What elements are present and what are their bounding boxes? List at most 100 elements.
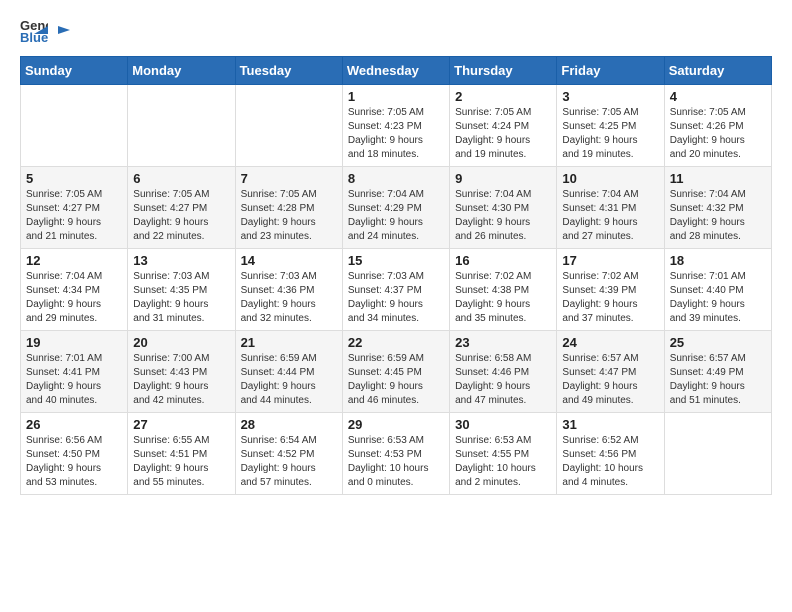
day-number: 4 (670, 89, 766, 104)
day-number: 15 (348, 253, 444, 268)
weekday-header-sunday: Sunday (21, 57, 128, 85)
calendar-cell: 20 Sunrise: 7:00 AM Sunset: 4:43 PM Dayli… (128, 331, 235, 413)
day-number: 24 (562, 335, 658, 350)
header: General Blue (20, 16, 772, 44)
day-info: Sunrise: 7:03 AM Sunset: 4:37 PM Dayligh… (348, 270, 444, 326)
day-number: 27 (133, 417, 229, 432)
logo: General Blue (20, 16, 70, 44)
calendar-cell: 22 Sunrise: 6:59 AM Sunset: 4:45 PM Dayli… (342, 331, 449, 413)
calendar-cell (128, 85, 235, 167)
calendar-cell: 3 Sunrise: 7:05 AM Sunset: 4:25 PM Daylig… (557, 85, 664, 167)
calendar-cell: 23Sunrise: 6:58 AM Sunset: 4:46 PM Dayli… (450, 331, 557, 413)
day-number: 16 (455, 253, 551, 268)
day-info: Sunrise: 7:04 AM Sunset: 4:29 PM Dayligh… (348, 188, 444, 244)
day-info: Sunrise: 7:05 AM Sunset: 4:25 PM Dayligh… (562, 106, 658, 162)
calendar-cell: 21 Sunrise: 6:59 AM Sunset: 4:44 PM Dayli… (235, 331, 342, 413)
day-number: 18 (670, 253, 766, 268)
day-number: 21 (241, 335, 337, 350)
day-info: Sunrise: 7:04 AM Sunset: 4:31 PM Dayligh… (562, 188, 658, 244)
day-number: 13 (133, 253, 229, 268)
day-info: Sunrise: 7:02 AM Sunset: 4:39 PM Dayligh… (562, 270, 658, 326)
day-number: 26 (26, 417, 122, 432)
day-number: 17 (562, 253, 658, 268)
day-number: 5 (26, 171, 122, 186)
day-info: Sunrise: 7:02 AM Sunset: 4:38 PM Dayligh… (455, 270, 551, 326)
calendar-cell: 14Sunrise: 7:03 AM Sunset: 4:36 PM Dayli… (235, 249, 342, 331)
calendar-cell: 26 Sunrise: 6:56 AM Sunset: 4:50 PM Dayli… (21, 413, 128, 495)
day-number: 28 (241, 417, 337, 432)
day-info: Sunrise: 6:57 AM Sunset: 4:49 PM Dayligh… (670, 352, 766, 408)
day-number: 9 (455, 171, 551, 186)
week-row-2: 5 Sunrise: 7:05 AM Sunset: 4:27 PM Daylig… (21, 167, 772, 249)
calendar-cell: 6 Sunrise: 7:05 AM Sunset: 4:27 PM Daylig… (128, 167, 235, 249)
day-info: Sunrise: 7:05 AM Sunset: 4:24 PM Dayligh… (455, 106, 551, 162)
day-info: Sunrise: 6:59 AM Sunset: 4:44 PM Dayligh… (241, 352, 337, 408)
day-info: Sunrise: 7:04 AM Sunset: 4:32 PM Dayligh… (670, 188, 766, 244)
calendar-cell: 30 Sunrise: 6:53 AM Sunset: 4:55 PM Dayli… (450, 413, 557, 495)
calendar-cell: 31Sunrise: 6:52 AM Sunset: 4:56 PM Dayli… (557, 413, 664, 495)
day-info: Sunrise: 7:00 AM Sunset: 4:43 PM Dayligh… (133, 352, 229, 408)
calendar-cell: 27 Sunrise: 6:55 AM Sunset: 4:51 PM Dayli… (128, 413, 235, 495)
day-info: Sunrise: 6:56 AM Sunset: 4:50 PM Dayligh… (26, 434, 122, 490)
calendar-cell: 28Sunrise: 6:54 AM Sunset: 4:52 PM Dayli… (235, 413, 342, 495)
week-row-5: 26 Sunrise: 6:56 AM Sunset: 4:50 PM Dayli… (21, 413, 772, 495)
calendar-cell: 13 Sunrise: 7:03 AM Sunset: 4:35 PM Dayli… (128, 249, 235, 331)
calendar-cell: 12 Sunrise: 7:04 AM Sunset: 4:34 PM Dayli… (21, 249, 128, 331)
day-number: 3 (562, 89, 658, 104)
day-number: 30 (455, 417, 551, 432)
day-number: 19 (26, 335, 122, 350)
day-info: Sunrise: 7:05 AM Sunset: 4:26 PM Dayligh… (670, 106, 766, 162)
weekday-header-wednesday: Wednesday (342, 57, 449, 85)
calendar-cell: 16 Sunrise: 7:02 AM Sunset: 4:38 PM Dayli… (450, 249, 557, 331)
calendar-cell: 2 Sunrise: 7:05 AM Sunset: 4:24 PM Daylig… (450, 85, 557, 167)
day-number: 2 (455, 89, 551, 104)
calendar-cell: 1Sunrise: 7:05 AM Sunset: 4:23 PM Daylig… (342, 85, 449, 167)
day-info: Sunrise: 7:01 AM Sunset: 4:41 PM Dayligh… (26, 352, 122, 408)
day-number: 12 (26, 253, 122, 268)
day-info: Sunrise: 6:55 AM Sunset: 4:51 PM Dayligh… (133, 434, 229, 490)
calendar-cell: 10 Sunrise: 7:04 AM Sunset: 4:31 PM Dayli… (557, 167, 664, 249)
weekday-header-friday: Friday (557, 57, 664, 85)
week-row-3: 12 Sunrise: 7:04 AM Sunset: 4:34 PM Dayli… (21, 249, 772, 331)
day-number: 23 (455, 335, 551, 350)
weekday-header-monday: Monday (128, 57, 235, 85)
weekday-header-saturday: Saturday (664, 57, 771, 85)
day-info: Sunrise: 6:59 AM Sunset: 4:45 PM Dayligh… (348, 352, 444, 408)
day-info: Sunrise: 7:04 AM Sunset: 4:34 PM Dayligh… (26, 270, 122, 326)
week-row-4: 19 Sunrise: 7:01 AM Sunset: 4:41 PM Dayli… (21, 331, 772, 413)
day-info: Sunrise: 7:04 AM Sunset: 4:30 PM Dayligh… (455, 188, 551, 244)
day-number: 20 (133, 335, 229, 350)
calendar-cell: 18 Sunrise: 7:01 AM Sunset: 4:40 PM Dayli… (664, 249, 771, 331)
calendar-cell: 8Sunrise: 7:04 AM Sunset: 4:29 PM Daylig… (342, 167, 449, 249)
calendar-cell: 15 Sunrise: 7:03 AM Sunset: 4:37 PM Dayli… (342, 249, 449, 331)
week-row-1: 1Sunrise: 7:05 AM Sunset: 4:23 PM Daylig… (21, 85, 772, 167)
day-number: 25 (670, 335, 766, 350)
day-info: Sunrise: 7:05 AM Sunset: 4:27 PM Dayligh… (26, 188, 122, 244)
day-info: Sunrise: 7:01 AM Sunset: 4:40 PM Dayligh… (670, 270, 766, 326)
day-info: Sunrise: 6:53 AM Sunset: 4:55 PM Dayligh… (455, 434, 551, 490)
calendar-page: General Blue Su (0, 0, 792, 511)
logo-triangle-icon (54, 22, 70, 38)
day-info: Sunrise: 7:05 AM Sunset: 4:27 PM Dayligh… (133, 188, 229, 244)
day-number: 10 (562, 171, 658, 186)
day-number: 7 (241, 171, 337, 186)
svg-text:Blue: Blue (20, 30, 48, 44)
day-number: 22 (348, 335, 444, 350)
calendar-cell (235, 85, 342, 167)
weekday-header-tuesday: Tuesday (235, 57, 342, 85)
day-number: 31 (562, 417, 658, 432)
weekday-header-row: SundayMondayTuesdayWednesdayThursdayFrid… (21, 57, 772, 85)
calendar-cell: 7Sunrise: 7:05 AM Sunset: 4:28 PM Daylig… (235, 167, 342, 249)
day-number: 29 (348, 417, 444, 432)
calendar-cell: 9 Sunrise: 7:04 AM Sunset: 4:30 PM Daylig… (450, 167, 557, 249)
calendar-cell: 29Sunrise: 6:53 AM Sunset: 4:53 PM Dayli… (342, 413, 449, 495)
day-number: 1 (348, 89, 444, 104)
day-number: 6 (133, 171, 229, 186)
calendar-cell: 24 Sunrise: 6:57 AM Sunset: 4:47 PM Dayli… (557, 331, 664, 413)
calendar-cell (21, 85, 128, 167)
day-info: Sunrise: 7:03 AM Sunset: 4:35 PM Dayligh… (133, 270, 229, 326)
calendar-table: SundayMondayTuesdayWednesdayThursdayFrid… (20, 56, 772, 495)
calendar-cell: 19 Sunrise: 7:01 AM Sunset: 4:41 PM Dayli… (21, 331, 128, 413)
day-info: Sunrise: 6:57 AM Sunset: 4:47 PM Dayligh… (562, 352, 658, 408)
calendar-cell: 25 Sunrise: 6:57 AM Sunset: 4:49 PM Dayli… (664, 331, 771, 413)
